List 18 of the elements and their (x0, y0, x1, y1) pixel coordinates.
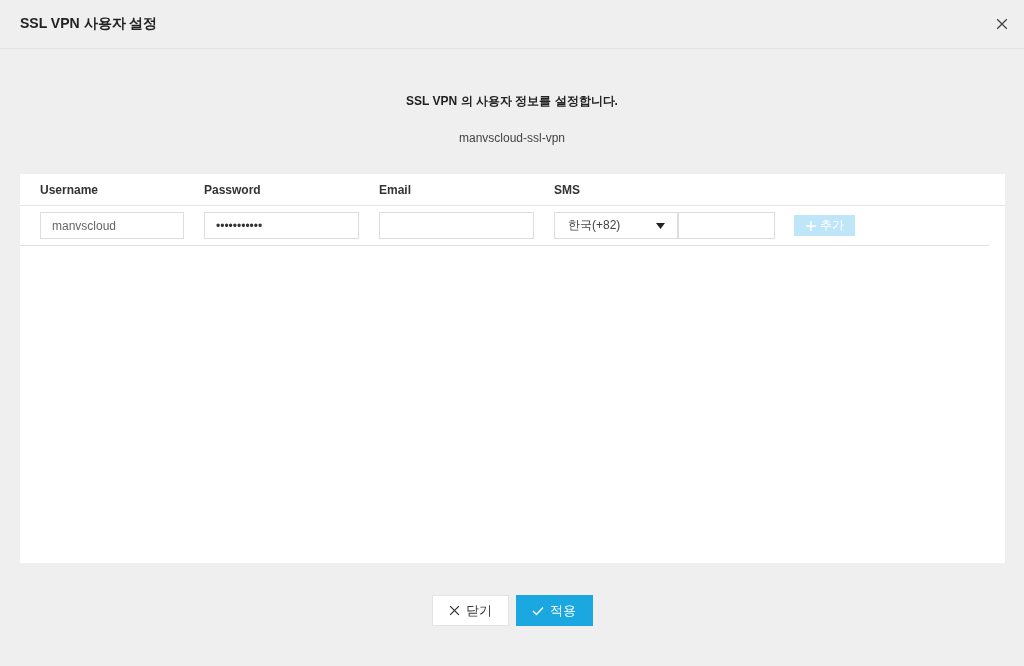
intro-heading: SSL VPN 의 사용자 정보를 설정합니다. (406, 93, 618, 110)
column-header: Password (204, 182, 262, 197)
column-header: SMS (554, 182, 581, 197)
close-button[interactable] (994, 16, 1010, 32)
dropdown-caret-icon (656, 222, 665, 229)
dialog-title: SSL VPN 사용자 설정 (20, 15, 158, 33)
plus-icon (805, 220, 816, 231)
close-icon (448, 605, 460, 616)
email-field[interactable] (379, 212, 534, 239)
phone-field[interactable] (678, 212, 775, 239)
username-field[interactable]: manvscloud (40, 212, 184, 239)
close-dialog-button[interactable]: 닫기 (431, 595, 509, 626)
country-code-select[interactable]: 한국(+82) (554, 212, 678, 239)
vpn-name: manvscloud-ssl-vpn (458, 131, 565, 145)
column-header: Username (40, 182, 100, 197)
check-icon (532, 605, 544, 616)
password-field[interactable]: ••••••••••• (204, 212, 359, 239)
column-header: Email (379, 182, 412, 197)
